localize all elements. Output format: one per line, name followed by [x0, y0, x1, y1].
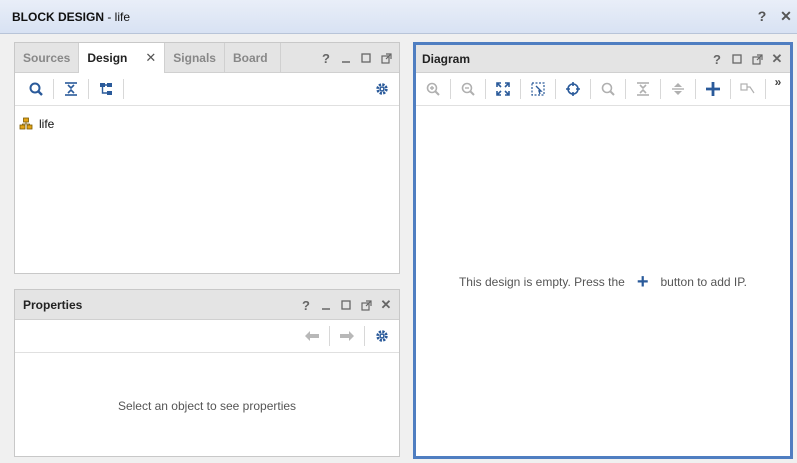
- back-arrow-icon[interactable]: [299, 325, 325, 347]
- tab-sources[interactable]: Sources: [15, 43, 80, 73]
- add-ip-icon[interactable]: [700, 78, 726, 100]
- forward-arrow-icon[interactable]: [334, 325, 360, 347]
- zoom-fit-icon[interactable]: [490, 78, 516, 100]
- diagram-maximize-button[interactable]: [730, 51, 744, 67]
- crosshair-icon[interactable]: [560, 78, 586, 100]
- diagram-toolbar: »: [416, 73, 790, 106]
- zoom-out-icon[interactable]: [455, 78, 481, 100]
- window-help-button[interactable]: ?: [755, 8, 769, 24]
- gear-icon[interactable]: [369, 325, 395, 347]
- collapse-all-icon[interactable]: [630, 78, 656, 100]
- sources-minimize-button[interactable]: [339, 50, 353, 66]
- toolbar-divider: [123, 79, 124, 99]
- toolbar-divider: [730, 79, 731, 99]
- toolbar-divider: [765, 79, 766, 99]
- toolbar-divider: [660, 79, 661, 99]
- toolbar-divider: [485, 79, 486, 99]
- empty-message-suffix: button to add IP.: [660, 275, 748, 289]
- diagram-help-button[interactable]: ?: [710, 51, 724, 67]
- window-close-button[interactable]: ✕: [779, 8, 793, 24]
- tab-signals[interactable]: Signals: [165, 43, 225, 73]
- sources-toolbar: [15, 73, 399, 106]
- diagram-panel: Diagram ? ✕ » This design is empty. Pres…: [413, 42, 793, 459]
- toolbar-divider: [555, 79, 556, 99]
- tab-board[interactable]: Board: [225, 43, 281, 73]
- properties-help-button[interactable]: ?: [299, 297, 313, 313]
- diagram-title: Diagram: [422, 52, 471, 66]
- toolbar-divider: [625, 79, 626, 99]
- properties-maximize-button[interactable]: [339, 297, 353, 313]
- tree-item-label: life: [39, 117, 55, 131]
- search-icon[interactable]: [23, 78, 49, 100]
- toolbar-divider: [590, 79, 591, 99]
- zoom-in-icon[interactable]: [420, 78, 446, 100]
- toolbar-divider: [364, 326, 365, 346]
- toolbar-divider: [53, 79, 54, 99]
- tab-design[interactable]: Design ✕: [79, 43, 166, 73]
- window-title-design: - life: [104, 10, 131, 24]
- sources-maximize-button[interactable]: [359, 50, 373, 66]
- properties-empty-message: Select an object to see properties: [117, 399, 297, 413]
- sources-float-button[interactable]: [379, 50, 393, 66]
- more-tools-button[interactable]: »: [770, 75, 786, 97]
- make-connection-icon[interactable]: [735, 78, 761, 100]
- toolbar-divider: [695, 79, 696, 99]
- expand-all-icon[interactable]: [665, 78, 691, 100]
- toolbar-divider: [329, 326, 330, 346]
- search-icon[interactable]: [595, 78, 621, 100]
- properties-close-button[interactable]: ✕: [379, 297, 393, 313]
- toolbar-divider: [520, 79, 521, 99]
- hierarchy-icon[interactable]: [93, 78, 119, 100]
- block-design-icon: [19, 117, 33, 130]
- toolbar-divider: [450, 79, 451, 99]
- sources-panel-header: Sources Design ✕ Signals Board ?: [15, 43, 399, 73]
- properties-title: Properties: [23, 298, 83, 312]
- gear-icon[interactable]: [369, 78, 395, 100]
- window-titlebar: BLOCK DESIGN - life ? ✕: [0, 0, 797, 34]
- diagram-panel-header: Diagram ? ✕: [416, 45, 790, 73]
- empty-message-text: This design is empty. Press the: [458, 275, 625, 289]
- window-title-main: BLOCK DESIGN: [12, 10, 105, 24]
- plus-icon: +: [636, 271, 649, 293]
- toolbar-divider: [88, 79, 89, 99]
- diagram-close-button[interactable]: ✕: [770, 51, 784, 67]
- properties-minimize-button[interactable]: [319, 297, 333, 313]
- tree-item-life[interactable]: life: [19, 117, 54, 131]
- collapse-all-icon[interactable]: [58, 78, 84, 100]
- properties-float-button[interactable]: [359, 297, 373, 313]
- window-title: BLOCK DESIGN - life: [12, 10, 130, 24]
- properties-panel: Properties ? ✕ Select an object to see p…: [14, 289, 400, 457]
- sources-help-button[interactable]: ?: [319, 50, 333, 66]
- zoom-area-icon[interactable]: [525, 78, 551, 100]
- diagram-empty-message: This design is empty. Press the + button…: [416, 271, 790, 293]
- diagram-float-button[interactable]: [750, 51, 764, 67]
- properties-toolbar: [15, 320, 399, 353]
- properties-panel-header: Properties ? ✕: [15, 290, 399, 320]
- tab-design-close-icon[interactable]: ✕: [145, 50, 156, 73]
- sources-panel: Sources Design ✕ Signals Board ? life: [14, 42, 400, 274]
